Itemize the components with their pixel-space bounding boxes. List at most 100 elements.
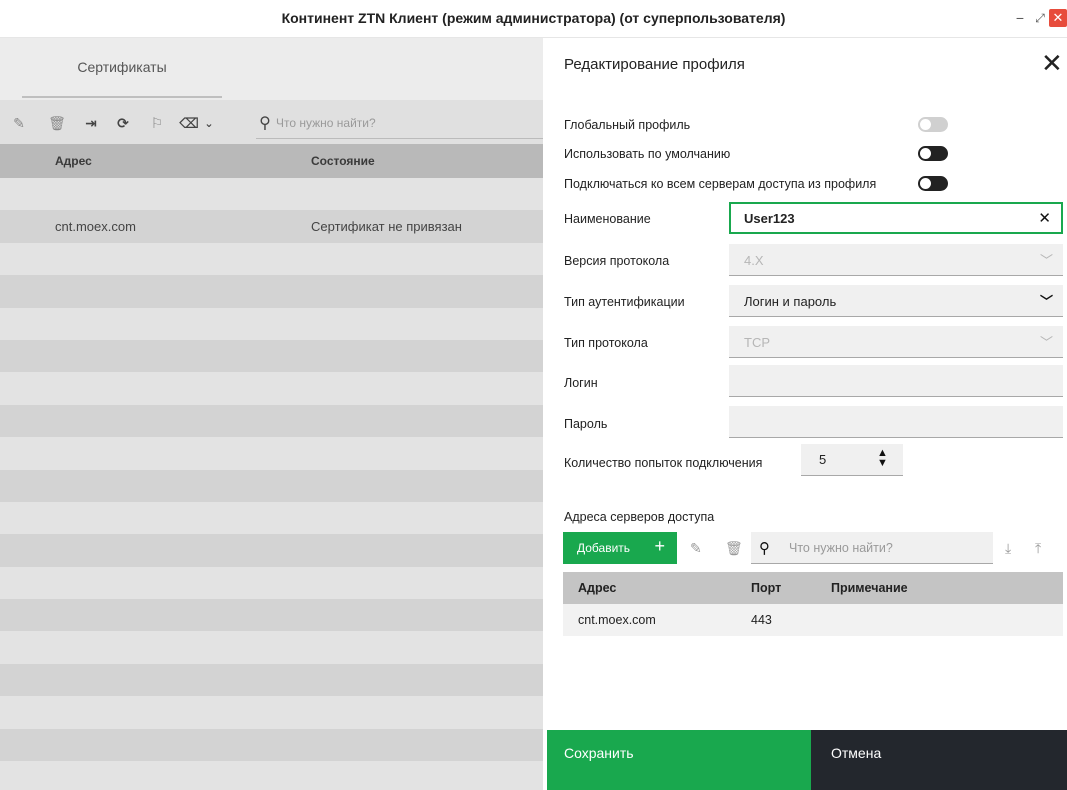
table-row[interactable] — [0, 242, 543, 276]
column-address[interactable]: Адрес — [55, 154, 92, 168]
global-profile-label: Глобальный профиль — [564, 118, 691, 132]
certificates-table-header: Адрес Состояние — [0, 144, 543, 178]
table-row[interactable] — [0, 696, 543, 729]
table-row[interactable] — [0, 566, 543, 600]
protocol-type-select: TCP ﹀ — [729, 326, 1063, 358]
chevron-down-icon: ﹀ — [1039, 253, 1053, 268]
name-value: User123 — [744, 211, 795, 226]
cell-state: Сертификат не привязан — [311, 219, 462, 235]
name-input[interactable]: User123 ✕ — [729, 202, 1063, 234]
search-input[interactable]: Что нужно найти? — [276, 116, 376, 130]
table-row[interactable] — [0, 469, 543, 502]
tab-bar: Сертификаты — [0, 38, 543, 100]
title-bar: Континент ZTN Клиент (режим администрато… — [0, 0, 1067, 38]
toggle-knob — [920, 119, 931, 130]
table-row[interactable] — [0, 631, 543, 664]
connect-all-label: Подключаться ко всем серверам доступа из… — [564, 177, 877, 191]
servers-search-input[interactable]: ⚲ Что нужно найти? — [751, 532, 993, 564]
toggle-knob — [920, 148, 931, 159]
import-icon[interactable]: ⤓ — [1005, 540, 1011, 557]
table-row[interactable] — [0, 275, 543, 308]
global-profile-toggle[interactable] — [918, 117, 948, 132]
table-row[interactable]: cnt.moex.com 443 — [563, 604, 1063, 636]
chevron-down-icon[interactable]: ﹀ — [1040, 291, 1053, 310]
edit-icon[interactable]: ✎ — [690, 540, 702, 557]
certificates-toolbar: ✎ 🗑 ⇥ ⟳ ⚐ ⌫ ⌄ ⚲ Что нужно найти? — [0, 100, 543, 144]
table-row[interactable] — [0, 404, 543, 438]
refresh-icon[interactable]: ⟳ — [114, 114, 132, 132]
name-label: Наименование — [564, 212, 651, 226]
connect-all-toggle[interactable] — [918, 176, 948, 191]
table-row[interactable] — [0, 372, 543, 405]
cancel-button[interactable]: Отмена — [811, 730, 1067, 790]
protocol-type-value: TCP — [744, 335, 770, 350]
search-icon: ⚲ — [759, 540, 770, 557]
table-row[interactable] — [0, 534, 543, 567]
add-server-button[interactable]: Добавить + — [563, 532, 677, 564]
toggle-knob — [920, 178, 931, 189]
import-icon[interactable]: ⇥ — [82, 114, 100, 132]
search-icon: ⚲ — [259, 115, 271, 132]
auth-type-label: Тип аутентификации — [564, 295, 685, 309]
chevron-down-icon[interactable]: ⌄ — [200, 114, 218, 132]
edit-profile-dialog: Редактирование профиля ✕ Глобальный проф… — [547, 38, 1067, 790]
servers-section-title: Адреса серверов доступа — [564, 510, 715, 524]
attempts-stepper[interactable]: 5 ▲ ▼ — [801, 444, 903, 476]
column-state[interactable]: Состояние — [311, 154, 375, 168]
close-window-icon[interactable]: ✕ — [1049, 9, 1067, 27]
table-row[interactable] — [0, 663, 543, 697]
add-server-label: Добавить — [577, 541, 631, 555]
certificates-table-body: cnt.moex.com Сертификат не привязан — [0, 178, 543, 790]
tab-certificates[interactable]: Сертификаты — [22, 38, 222, 98]
table-row[interactable] — [0, 761, 543, 790]
table-row[interactable] — [0, 307, 543, 340]
edit-icon[interactable]: ✎ — [10, 114, 28, 132]
table-row[interactable] — [0, 599, 543, 632]
trash-icon[interactable]: 🗑 — [725, 540, 743, 557]
protocol-version-select: 4.X ﹀ — [729, 244, 1063, 276]
cell-address: cnt.moex.com — [578, 613, 656, 627]
column-note[interactable]: Примечание — [831, 581, 908, 595]
use-default-toggle[interactable] — [918, 146, 948, 161]
plus-icon: + — [654, 536, 665, 556]
password-label: Пароль — [564, 417, 608, 431]
maximize-icon[interactable]: ⤢ — [1030, 8, 1050, 28]
trash-icon[interactable]: 🗑 — [48, 114, 66, 132]
table-row[interactable] — [0, 728, 543, 762]
close-icon[interactable]: ✕ — [1041, 50, 1063, 76]
cell-address: cnt.moex.com — [55, 219, 136, 235]
attempts-value: 5 — [819, 452, 827, 467]
cell-port: 443 — [751, 613, 772, 627]
stepper-arrows-icon[interactable]: ▲ ▼ — [877, 448, 888, 469]
servers-search-placeholder: Что нужно найти? — [789, 541, 893, 555]
table-row[interactable] — [0, 437, 543, 470]
column-address[interactable]: Адрес — [578, 581, 616, 595]
table-row[interactable] — [0, 501, 543, 535]
chevron-down-icon: ﹀ — [1039, 335, 1053, 350]
servers-table-header: Адрес Порт Примечание — [563, 572, 1063, 604]
use-default-label: Использовать по умолчанию — [564, 147, 731, 161]
flag-icon[interactable]: ⚐ — [148, 114, 166, 132]
table-row[interactable] — [0, 178, 543, 211]
clear-icon[interactable]: ✕ — [1038, 209, 1051, 227]
export-icon[interactable]: ⤒ — [1035, 540, 1041, 557]
dialog-title: Редактирование профиля — [564, 56, 745, 73]
login-input[interactable] — [729, 365, 1063, 397]
protocol-version-value: 4.X — [744, 253, 764, 268]
column-port[interactable]: Порт — [751, 581, 781, 595]
minimize-icon[interactable]: − — [1010, 8, 1030, 28]
table-row[interactable]: cnt.moex.com Сертификат не привязан — [0, 210, 543, 243]
search-underline — [256, 138, 543, 139]
save-button[interactable]: Сохранить — [547, 730, 811, 790]
attempts-label: Количество попыток подключения — [564, 456, 763, 470]
password-input[interactable] — [729, 406, 1063, 438]
eraser-icon[interactable]: ⌫ — [179, 114, 199, 132]
auth-type-select[interactable]: Логин и пароль ﹀ — [729, 285, 1063, 317]
window-title: Континент ZTN Клиент (режим администрато… — [281, 10, 786, 26]
login-label: Логин — [564, 376, 598, 390]
protocol-version-label: Версия протокола — [564, 254, 670, 268]
table-row[interactable] — [0, 339, 543, 373]
protocol-type-label: Тип протокола — [564, 336, 648, 350]
auth-type-value: Логин и пароль — [744, 294, 837, 309]
certificates-panel: Сертификаты ✎ 🗑 ⇥ ⟳ ⚐ ⌫ ⌄ ⚲ Что нужно на… — [0, 38, 543, 790]
